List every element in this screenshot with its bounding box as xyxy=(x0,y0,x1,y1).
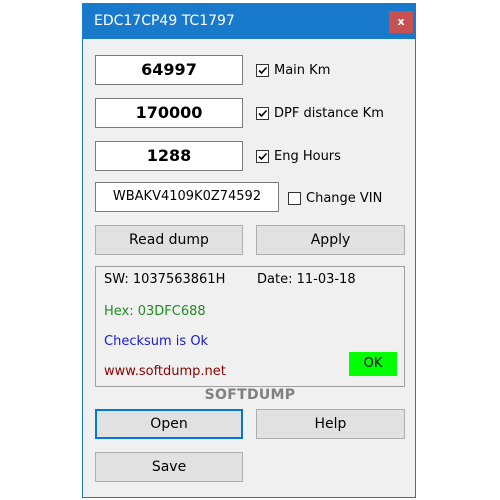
main-km-checkbox[interactable] xyxy=(256,63,269,77)
checkmark-icon xyxy=(258,152,268,160)
read-dump-button[interactable]: Read dump xyxy=(95,225,243,255)
main-km-checkbox-row[interactable]: Main Km xyxy=(256,61,330,79)
status-badge: OK xyxy=(349,352,397,376)
eng-hours-checkbox-row[interactable]: Eng Hours xyxy=(256,147,341,165)
eng-hours-input[interactable]: 1288 xyxy=(95,141,243,171)
main-km-label: Main Km xyxy=(274,62,331,78)
dpf-distance-checkbox[interactable] xyxy=(256,106,269,120)
website-link[interactable]: www.softdump.net xyxy=(104,364,226,380)
eng-hours-label: Eng Hours xyxy=(274,148,341,164)
change-vin-label: Change VIN xyxy=(306,190,383,206)
checksum-status: Checksum is Ok xyxy=(104,334,209,349)
help-button[interactable]: Help xyxy=(256,409,405,439)
dpf-distance-label: DPF distance Km xyxy=(274,105,384,121)
checkmark-icon xyxy=(258,109,268,117)
eng-hours-checkbox[interactable] xyxy=(256,149,269,163)
change-vin-checkbox[interactable] xyxy=(288,191,301,205)
sw-number: SW: 1037563861H xyxy=(104,272,226,287)
window-title: EDC17CP49 TC1797 xyxy=(94,13,235,29)
checkmark-icon xyxy=(258,66,268,74)
brand-label: SOFTDUMP xyxy=(204,387,296,403)
close-button[interactable]: x xyxy=(389,11,413,33)
dpf-distance-input[interactable]: 170000 xyxy=(95,98,243,128)
apply-button[interactable]: Apply xyxy=(256,225,405,255)
save-button[interactable]: Save xyxy=(95,452,243,482)
title-bar[interactable]: EDC17CP49 TC1797 x xyxy=(83,4,415,39)
hex-value: Hex: 03DFC688 xyxy=(104,304,206,319)
vin-input[interactable]: WBAKV4109K0Z74592 xyxy=(95,182,279,212)
main-km-input[interactable]: 64997 xyxy=(95,55,243,85)
app-window: EDC17CP49 TC1797 x 64997 Main Km 170000 … xyxy=(82,3,416,498)
info-panel: SW: 1037563861H Date: 11-03-18 Hex: 03DF… xyxy=(95,266,405,387)
dpf-distance-checkbox-row[interactable]: DPF distance Km xyxy=(256,104,384,122)
dump-date: Date: 11-03-18 xyxy=(257,272,356,287)
change-vin-checkbox-row[interactable]: Change VIN xyxy=(288,189,382,207)
open-button[interactable]: Open xyxy=(95,409,243,439)
